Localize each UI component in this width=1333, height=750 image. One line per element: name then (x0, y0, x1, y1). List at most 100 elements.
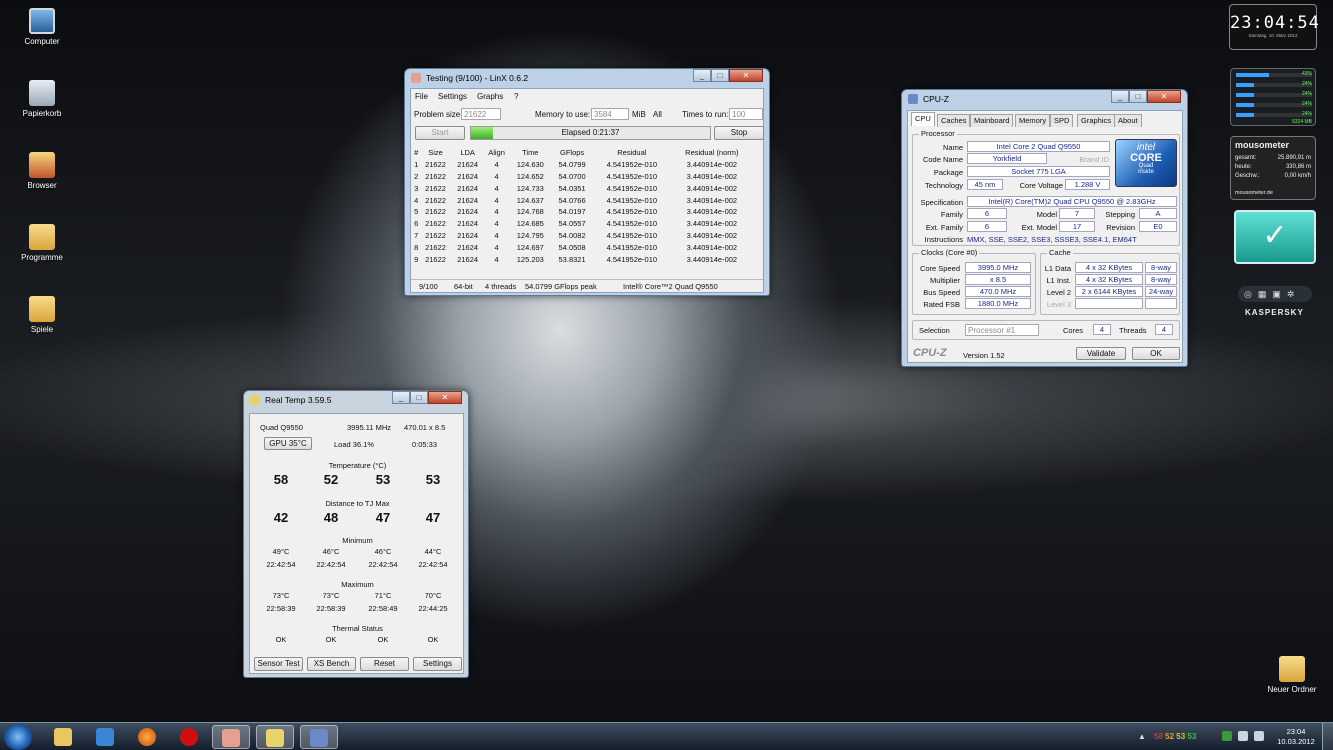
close-button[interactable]: ✕ (729, 69, 763, 82)
table-row[interactable]: 9 21622 21624 4 125.203 53.8321 4.541952e-010 3… (413, 253, 753, 265)
desktop-icon-recycle-bin[interactable]: Papierkorb (14, 80, 70, 118)
table-row[interactable]: 6 21622 21624 4 124.685 54.0557 4.541952e-010 3… (413, 218, 753, 230)
linx-window[interactable]: Testing (9/100) - LinX 0.6.2 _ □ ✕ File Se… (404, 68, 770, 296)
menu-file[interactable]: File (415, 92, 428, 101)
times-label: Times to run: (682, 110, 729, 119)
cache-group: Cache L1 Data 4 x 32 KBytes 8-way L1 Ins… (1040, 248, 1180, 315)
settings-button[interactable]: Settings (413, 657, 462, 671)
clock-gadget[interactable]: 23:04:54 Samstag, 10. März 2012 (1229, 4, 1319, 50)
taskbar-firefox[interactable] (128, 725, 166, 749)
tray-app-icon[interactable] (1222, 731, 1232, 741)
table-row[interactable]: 4 21622 21624 4 124.637 54.0766 4.541952e-010 3… (413, 194, 753, 206)
table-row[interactable]: 8 21622 21624 4 124.697 54.0508 4.541952e-010 3… (413, 241, 753, 253)
tab-spd[interactable]: SPD (1050, 114, 1074, 127)
core0-min: 49°C (272, 547, 290, 556)
table-cell: 21624 (457, 207, 479, 217)
start-button[interactable] (4, 724, 32, 750)
desktop-icon-browser[interactable]: Browser (14, 152, 70, 190)
mousometer-gadget[interactable]: mousometer gesamt: heute: Geschw.: 25.89… (1230, 136, 1316, 200)
maximize-button[interactable]: □ (711, 69, 729, 82)
realtemp-app-icon (250, 395, 260, 405)
table-cell: 54.0700 (558, 171, 586, 181)
table-cell: 21624 (457, 219, 479, 229)
table-row[interactable]: 2 21622 21624 4 124.652 54.0700 4.541952e-010 3… (413, 171, 753, 183)
volume-icon[interactable] (1254, 731, 1264, 741)
cpuz-window[interactable]: CPU-Z _ □ ✕ CPU Caches Mainboard Memory SP… (901, 89, 1188, 367)
taskbar-cpuz[interactable] (300, 725, 338, 749)
tab-about[interactable]: About (1114, 114, 1142, 127)
minimize-button[interactable]: _ (693, 69, 711, 82)
desktop-icon-computer[interactable]: Computer (14, 8, 70, 46)
table-cell: 3.440914e-002 (686, 195, 738, 205)
taskbar-media-player[interactable] (86, 725, 124, 749)
network-icon[interactable] (1238, 731, 1248, 741)
close-button[interactable]: ✕ (428, 391, 462, 404)
table-cell: 54.0197 (558, 207, 586, 217)
taskbar-opera[interactable] (170, 725, 208, 749)
menu-help[interactable]: ? (514, 92, 518, 101)
tab-memory[interactable]: Memory (1015, 114, 1051, 127)
table-cell: 3.440914e-002 (686, 160, 738, 170)
tab-cpu[interactable]: CPU (911, 112, 935, 126)
menu-graphs[interactable]: Graphs (477, 92, 503, 101)
table-cell: 3.440914e-002 (686, 183, 738, 193)
problem-size-select[interactable]: 21622 (461, 108, 501, 120)
xs-bench-button[interactable]: XS Bench (307, 657, 356, 671)
maximize-button[interactable]: □ (1129, 90, 1147, 103)
validate-button[interactable]: Validate (1076, 347, 1126, 360)
table-row[interactable]: 7 21622 21624 4 124.795 54.0082 4.541952e-010 3… (413, 230, 753, 242)
minimize-button[interactable]: _ (392, 391, 410, 404)
table-cell: 21624 (457, 254, 479, 264)
tray-core-temps[interactable]: 58 52 53 53 (1154, 732, 1196, 741)
table-row[interactable]: 3 21622 21624 4 124.733 54.0351 4.541952e-010 3… (413, 182, 753, 194)
table-cell: 21624 (457, 171, 479, 181)
system-meter-gadget[interactable]: 43% 24% 24% 24% 24% 5324 MB (1230, 68, 1316, 126)
desktop-icon-neuer-ordner[interactable]: Neuer Ordner (1262, 656, 1322, 694)
elapsed-time: Elapsed 0:21:37 (561, 128, 620, 137)
processor-select[interactable]: Processor #1 (965, 324, 1039, 336)
close-button[interactable]: ✕ (1147, 90, 1181, 103)
realtemp-window[interactable]: Real Temp 3.59.5 _ □ ✕ Quad Q9550 3995.11 … (243, 390, 469, 678)
kaspersky-gadget[interactable]: ✓ (1234, 210, 1316, 264)
reset-button[interactable]: Reset (360, 657, 409, 671)
table-cell: 21624 (457, 230, 479, 240)
ext-family: 6 (967, 221, 1007, 232)
cores-count: 4 (1093, 324, 1111, 335)
ok-button[interactable]: OK (1132, 347, 1180, 360)
taskbar-linx[interactable] (212, 725, 250, 749)
table-cell: 21622 (425, 183, 446, 193)
table-cell: 4 (494, 171, 499, 181)
recycle-bin-icon (29, 80, 55, 106)
memory-all-option[interactable]: All (653, 110, 662, 119)
core3-thermal: OK (427, 635, 439, 644)
tab-caches[interactable]: Caches (937, 114, 971, 127)
taskbar-explorer[interactable] (44, 725, 82, 749)
taskbar-realtemp[interactable] (256, 725, 294, 749)
table-row[interactable]: 5 21622 21624 4 124.768 54.0197 4.541952e-010 3… (413, 206, 753, 218)
show-desktop-button[interactable] (1322, 723, 1333, 750)
tray-expand-icon[interactable]: ▲ (1138, 732, 1146, 741)
table-row[interactable]: 1 21622 21624 4 124.630 54.0799 4.541952e-010 3… (413, 159, 753, 171)
start-button[interactable]: Start (415, 126, 465, 140)
stop-button[interactable]: Stop (714, 126, 764, 140)
cpuz-version: Version 1.52 (963, 351, 1005, 360)
firefox-icon (138, 728, 156, 746)
intel-core2-quad-logo: intel CORE Quad inside (1115, 139, 1177, 187)
sensor-test-button[interactable]: Sensor Test (254, 657, 303, 671)
tray-clock[interactable]: 23:04 10.03.2012 (1276, 727, 1316, 747)
maximize-button[interactable]: □ (410, 391, 428, 404)
realtemp-icon (266, 729, 284, 747)
memory-select[interactable]: 3584 (591, 108, 629, 120)
folder-icon (29, 152, 55, 178)
desktop-icon-spiele[interactable]: Spiele (14, 296, 70, 334)
desktop-icon-programme[interactable]: Programme (14, 224, 70, 262)
tab-graphics[interactable]: Graphics (1077, 114, 1116, 127)
gpu-button[interactable]: GPU 35°C (264, 437, 312, 450)
times-select[interactable]: 100 (729, 108, 763, 120)
core1-max: 73°C (322, 591, 340, 600)
table-cell: 21624 (457, 160, 479, 170)
kaspersky-toolbar[interactable]: ◎▦▣✲ (1238, 286, 1312, 302)
tab-mainboard[interactable]: Mainboard (970, 114, 1014, 127)
minimize-button[interactable]: _ (1111, 90, 1129, 103)
menu-settings[interactable]: Settings (438, 92, 467, 101)
